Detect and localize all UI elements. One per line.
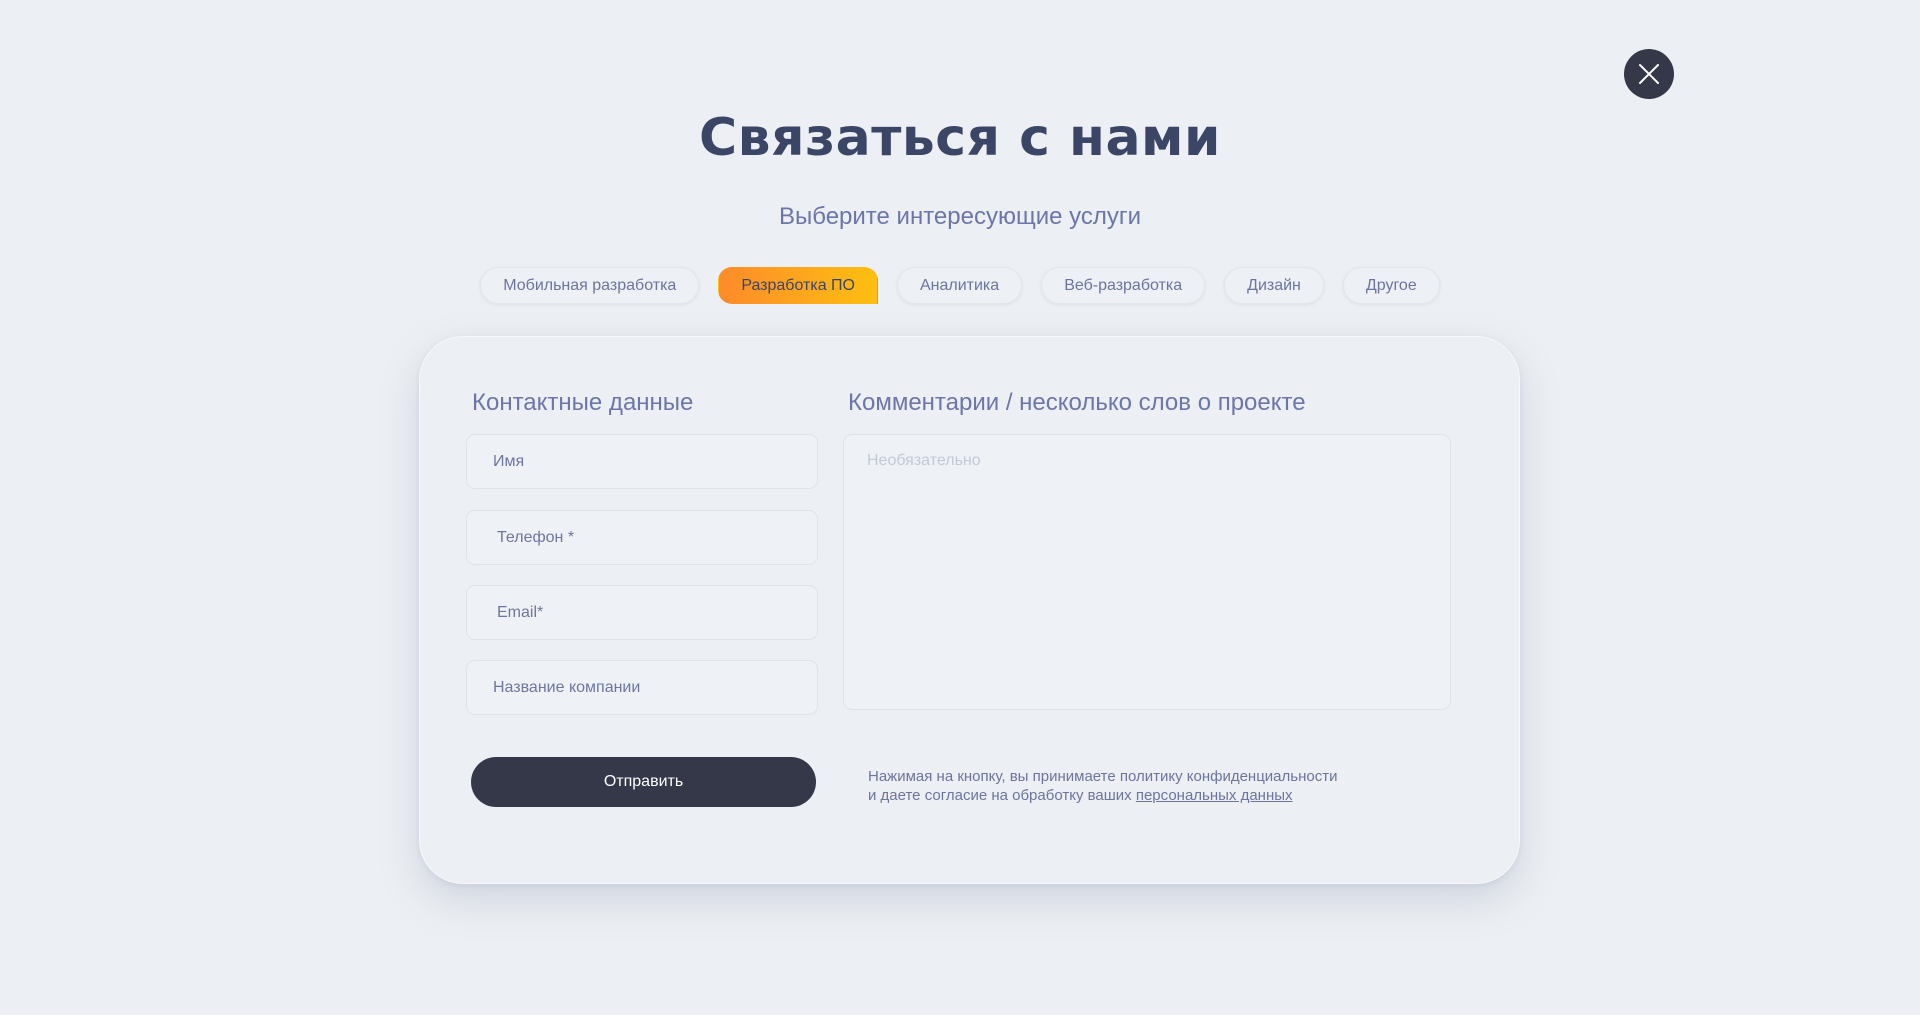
consent-text: Нажимая на кнопку, вы принимаете политик… [868,767,1448,805]
service-chip-other[interactable]: Другое [1342,267,1440,304]
company-input[interactable] [467,661,817,714]
service-chip-analytics[interactable]: Аналитика [896,267,1023,304]
contacts-section-title: Контактные данные [472,389,694,416]
close-button[interactable] [1624,49,1674,99]
services-subtitle: Выберите интересующие услуги [778,203,1142,230]
comment-textarea[interactable] [844,435,1450,709]
consent-line-2-text: и даете согласие на обработку ваших [868,787,1132,804]
service-chip-web[interactable]: Веб-разработка [1041,267,1206,304]
consent-line-1: Нажимая на кнопку, вы принимаете политик… [868,768,1338,785]
comment-field-wrapper [843,434,1451,710]
phone-input[interactable] [467,511,817,564]
phone-field-wrapper [466,510,818,565]
service-chip-design[interactable]: Дизайн [1224,267,1324,304]
comment-section-title: Комментарии / несколько слов о проекте [848,389,1306,416]
email-field-wrapper [466,585,818,640]
name-field-wrapper [466,434,818,489]
page-title: Связаться с нами [699,108,1221,168]
service-chip-software[interactable]: Разработка ПО [718,267,878,304]
service-chip-mobile[interactable]: Мобильная разработка [480,267,700,304]
submit-button[interactable]: Отправить [471,757,816,807]
personal-data-link[interactable]: персональных данных [1136,787,1293,804]
close-icon [1638,63,1660,85]
email-input[interactable] [467,586,817,639]
name-input[interactable] [467,435,817,488]
contact-form-card: Контактные данные Комментарии / нескольк… [419,336,1520,884]
service-chips: Мобильная разработка Разработка ПО Анали… [0,267,1920,304]
company-field-wrapper [466,660,818,715]
consent-line-2: и даете согласие на обработку ваших перс… [868,786,1448,805]
